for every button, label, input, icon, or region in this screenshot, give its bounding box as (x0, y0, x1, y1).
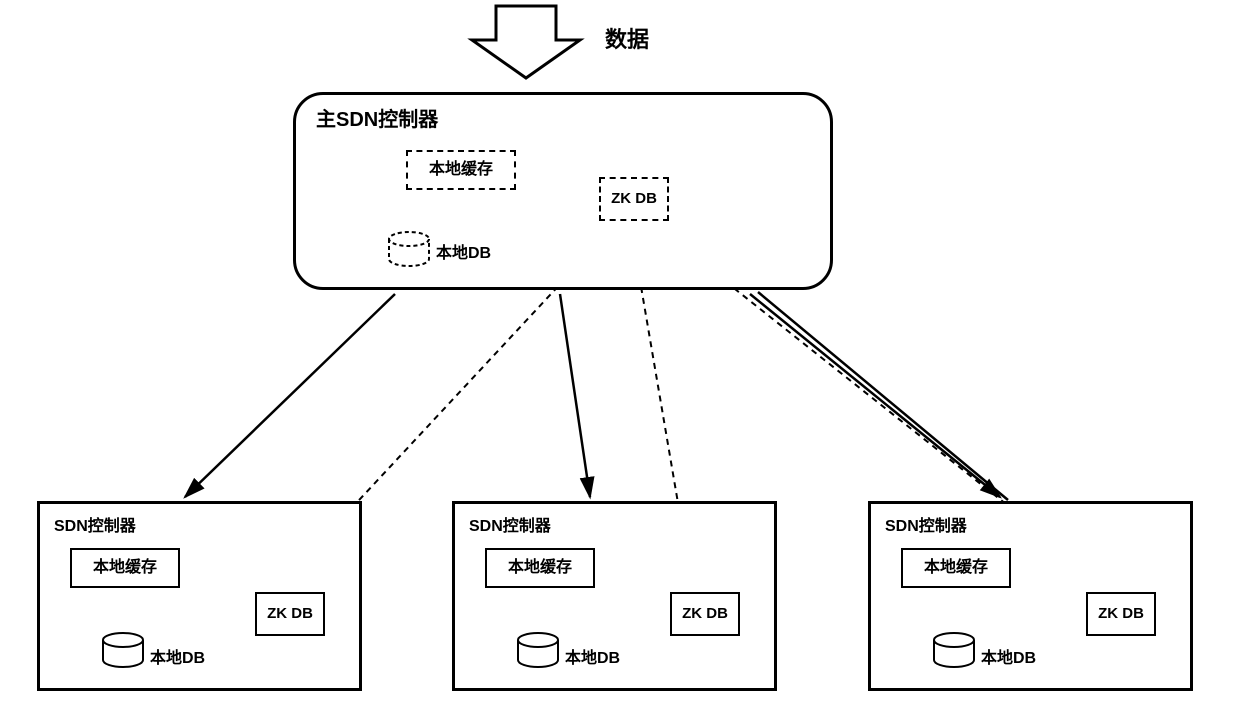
controller-title: SDN控制器 (885, 512, 967, 536)
data-in-arrow-icon (472, 6, 580, 78)
main-local-db-label: 本地DB (436, 239, 491, 263)
sdn-controller-box: SDN控制器 本地缓存 本地DB ZK DB (452, 501, 777, 691)
local-db-label: 本地DB (565, 644, 620, 668)
database-icon (931, 632, 977, 670)
local-cache-box: 本地缓存 (485, 548, 595, 588)
controller-title: SDN控制器 (469, 512, 551, 536)
local-db-label: 本地DB (150, 644, 205, 668)
local-db-label: 本地DB (981, 644, 1036, 668)
data-label: 数据 (605, 22, 649, 54)
main-sdn-controller-box: 主SDN控制器 本地缓存 本地DB ZK DB (293, 92, 833, 290)
main-title: 主SDN控制器 (316, 103, 438, 132)
zk-db-box: ZK DB (670, 592, 740, 636)
sdn-controller-box: SDN控制器 本地缓存 本地DB ZK DB (868, 501, 1193, 691)
controller-title: SDN控制器 (54, 512, 136, 536)
database-icon (386, 231, 432, 269)
main-zk-db-box: ZK DB (599, 177, 669, 221)
database-icon (515, 632, 561, 670)
sdn-controller-box: SDN控制器 本地缓存 本地DB ZK DB (37, 501, 362, 691)
local-cache-box: 本地缓存 (70, 548, 180, 588)
local-cache-box: 本地缓存 (901, 548, 1011, 588)
database-icon (100, 632, 146, 670)
zk-db-box: ZK DB (1086, 592, 1156, 636)
main-local-cache-box: 本地缓存 (406, 150, 516, 190)
zk-db-box: ZK DB (255, 592, 325, 636)
